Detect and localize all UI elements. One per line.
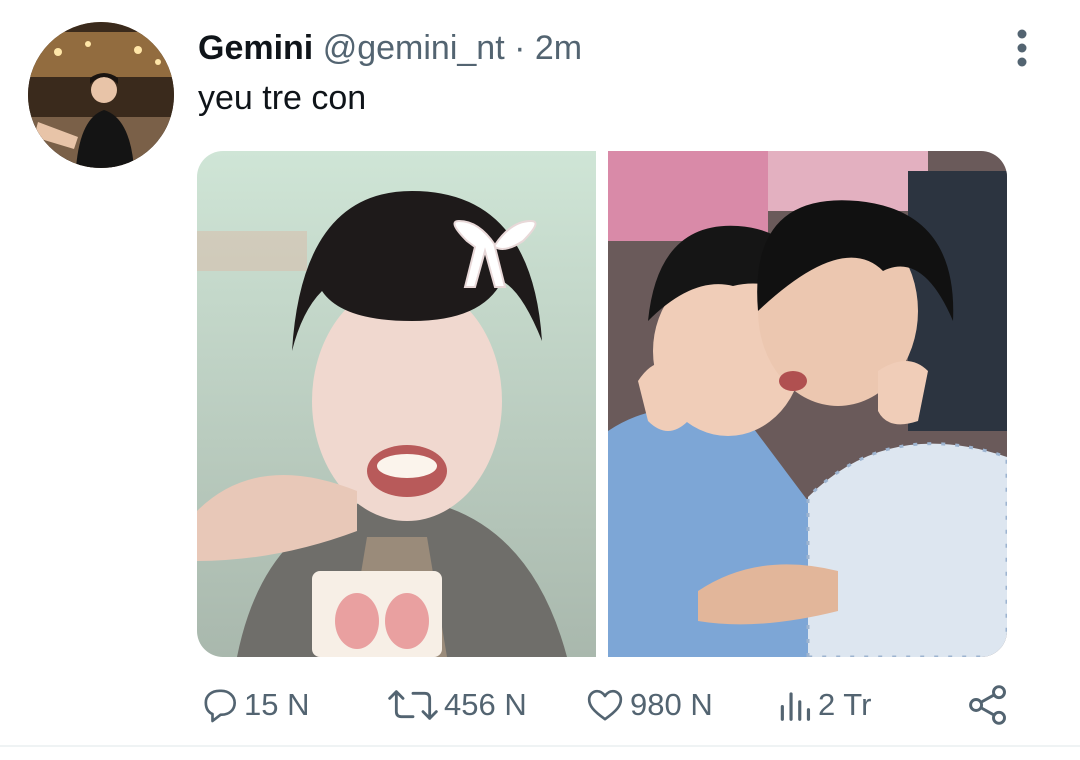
views-count: 2 Tr (818, 687, 872, 722)
avatar-image (28, 22, 174, 168)
retweet-count: 456 N (444, 687, 527, 722)
tweet-header: Gemini @gemini_nt · 2m (198, 26, 582, 70)
tweet-text: yeu tre con (198, 79, 367, 117)
author-name[interactable]: Gemini (198, 29, 313, 67)
tweet-actions-bar: 15 N 456 N 980 N 2 Tr (0, 680, 1080, 730)
reply-icon (204, 689, 237, 723)
tweet-media-grid (197, 151, 1007, 657)
heart-icon (587, 689, 623, 721)
more-options-button[interactable] (1000, 26, 1044, 70)
reply-button[interactable]: 15 N (200, 680, 309, 730)
reply-count: 15 N (244, 687, 310, 722)
tweet-divider (0, 745, 1080, 747)
like-count: 980 N (630, 687, 713, 722)
retweet-button[interactable]: 456 N (386, 680, 527, 730)
views-button[interactable]: 2 Tr (776, 680, 871, 730)
header-separator: · (514, 29, 526, 67)
photo-icon (197, 151, 596, 657)
author-handle[interactable]: @gemini_nt (323, 29, 505, 67)
share-button[interactable] (966, 680, 1010, 730)
tweet-time[interactable]: 2m (535, 29, 582, 67)
views-icon (780, 692, 811, 721)
retweet-icon (388, 690, 438, 720)
photo-eating-cake[interactable] (197, 151, 596, 657)
author-avatar[interactable] (28, 22, 174, 168)
more-vertical-icon (1017, 29, 1027, 67)
photo-with-child[interactable] (608, 151, 1007, 657)
share-icon (969, 685, 1006, 725)
like-button[interactable]: 980 N (584, 680, 713, 730)
photo-icon (608, 151, 1007, 657)
